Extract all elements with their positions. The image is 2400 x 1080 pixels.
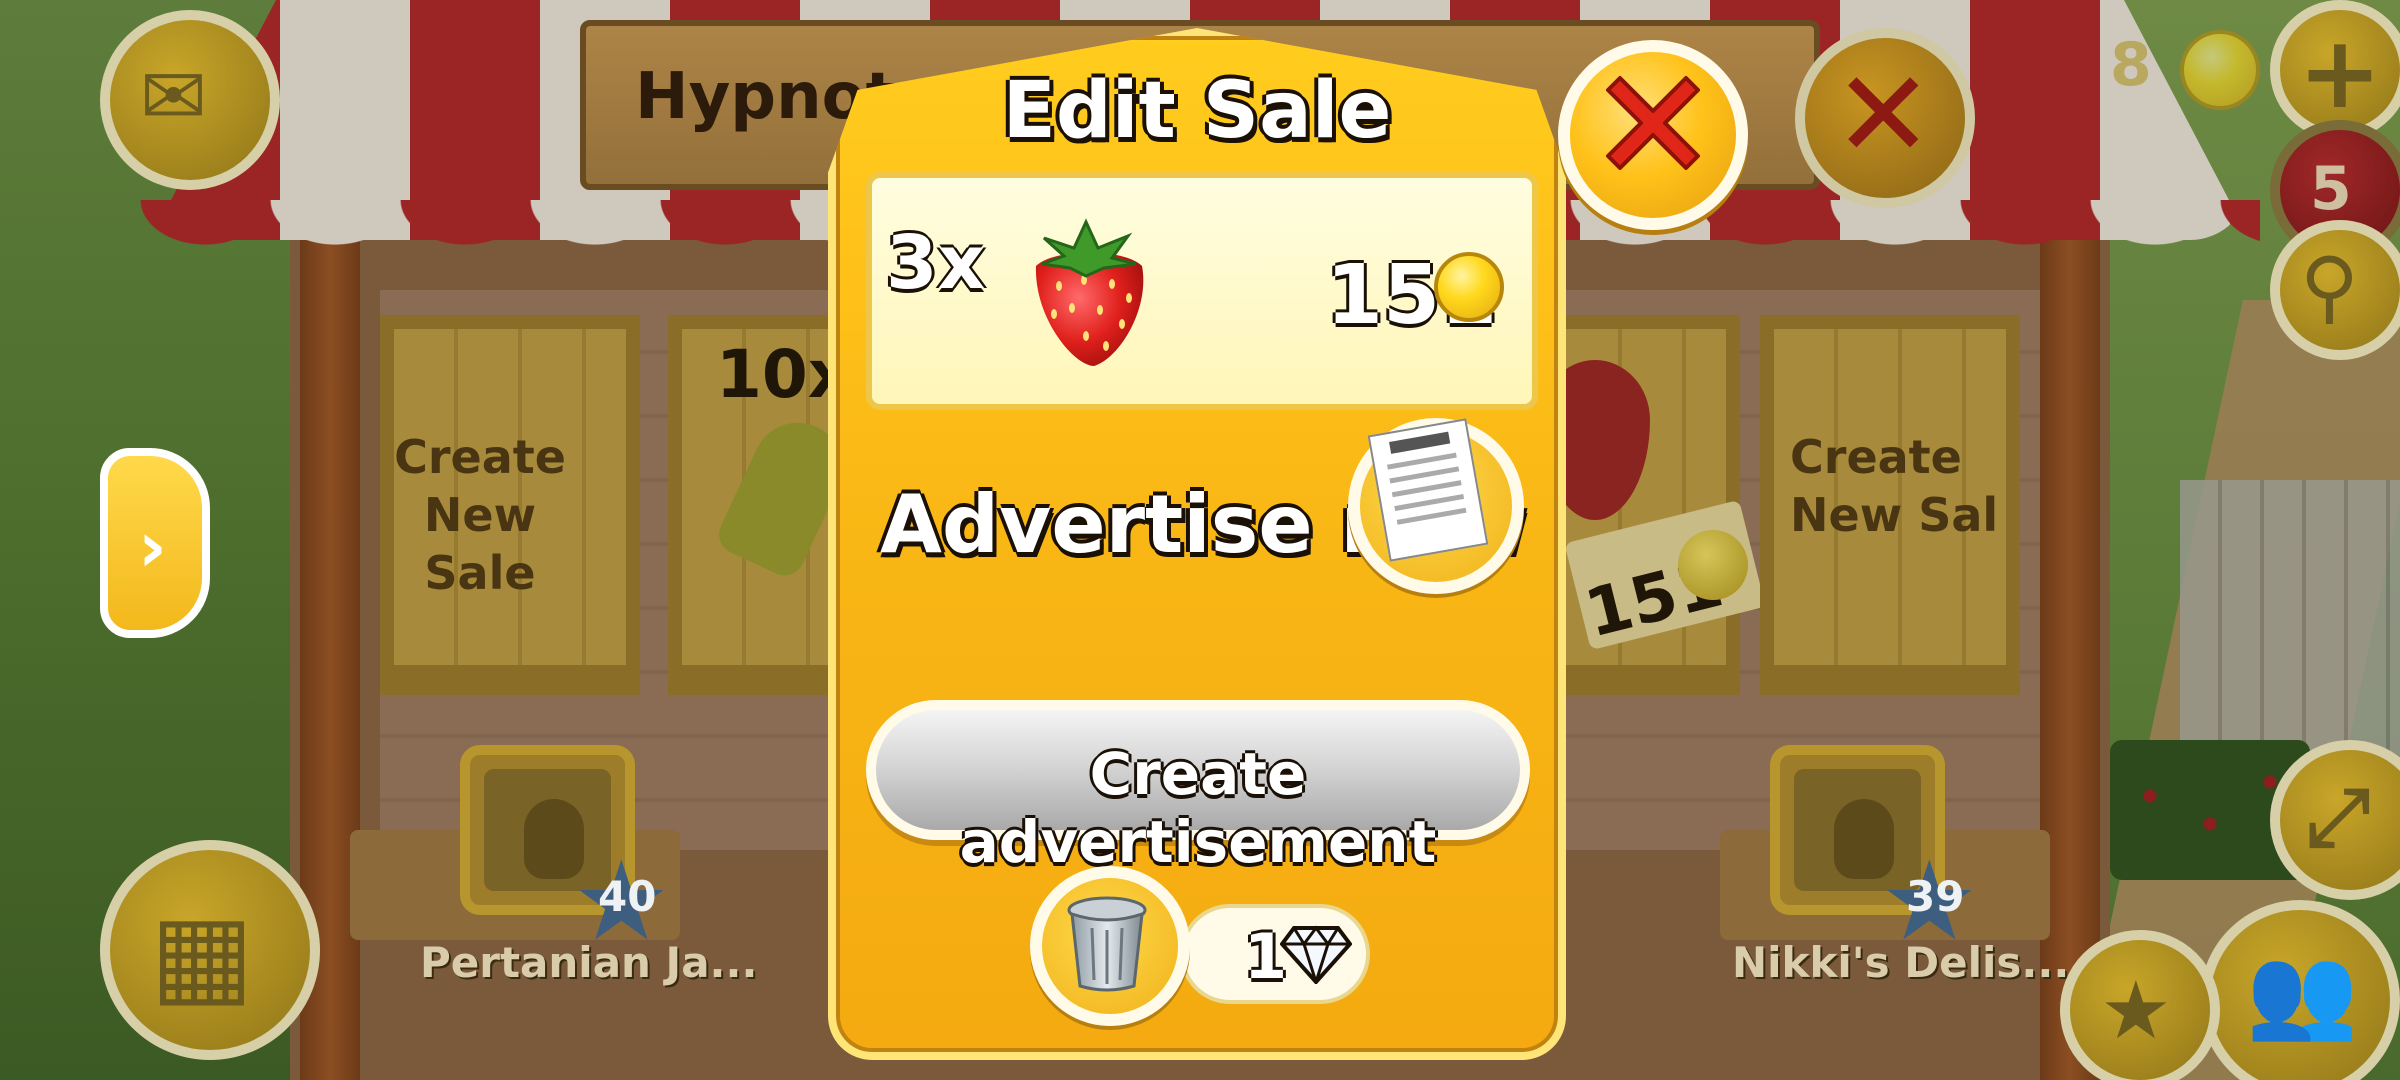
close-icon: ✕ — [1833, 46, 1934, 185]
cash-register-icon: ▦ — [150, 890, 254, 1018]
next-page-arrow[interactable]: › — [100, 448, 210, 638]
coin-icon — [1678, 530, 1748, 600]
friends-icon: 👥 — [2246, 940, 2359, 1045]
neighbor-name: Pertanian Ja... — [420, 938, 758, 987]
item-quantity: 3x — [886, 220, 986, 306]
search-button[interactable]: ⚲ — [2270, 220, 2400, 360]
slot-create-label: Create New Sal — [1790, 428, 2030, 544]
neighbor-level: 40 — [598, 872, 657, 921]
diamond-icon — [1280, 925, 1352, 984]
newspaper-line — [1394, 493, 1465, 512]
dialog-title: Edit Sale — [1002, 66, 1392, 156]
coin-icon — [1434, 252, 1504, 322]
newspaper-line — [1389, 466, 1460, 484]
newspaper-line — [1386, 452, 1457, 470]
close-icon — [1606, 76, 1700, 170]
add-coins-button[interactable]: + — [2270, 0, 2400, 140]
newspaper-line — [1391, 480, 1462, 498]
notification-count: 5 — [2310, 154, 2352, 224]
neighbor-name: Nikki's Delis... — [1732, 938, 2070, 987]
plus-icon: + — [2298, 14, 2382, 131]
shop-close-button[interactable]: ✕ — [1795, 28, 1975, 208]
slot-create-line1: Create — [394, 430, 566, 484]
star-card-icon: ★ — [2100, 964, 2172, 1057]
neighbor-level: 39 — [1906, 872, 1965, 921]
slot-create-line1: Create — [1790, 430, 1962, 484]
slot-create-label: Create New Sale — [370, 428, 590, 602]
magnifier-icon: ⚲ — [2300, 240, 2359, 333]
slot-create-line2: New Sale — [423, 488, 537, 600]
newspaper-line — [1396, 507, 1467, 525]
expand-icon: ⤢ — [2306, 770, 2370, 863]
trash-can-icon — [1067, 896, 1147, 992]
coin-icon — [2180, 30, 2260, 110]
coins-counter-fragment: 8 — [2110, 30, 2152, 100]
mail-button[interactable]: ✉ — [100, 10, 280, 190]
newspaper-headline — [1389, 431, 1451, 454]
strawberry-icon — [1035, 218, 1144, 366]
chevron-right-icon: › — [138, 506, 167, 588]
cards-button[interactable]: ★ — [2060, 930, 2220, 1080]
envelope-icon: ✉ — [140, 50, 208, 143]
create-advertisement-label: Create advertisement — [959, 740, 1437, 876]
shop-button[interactable]: ▦ — [100, 840, 320, 1060]
slot-create-line2: New Sal — [1790, 488, 1999, 542]
